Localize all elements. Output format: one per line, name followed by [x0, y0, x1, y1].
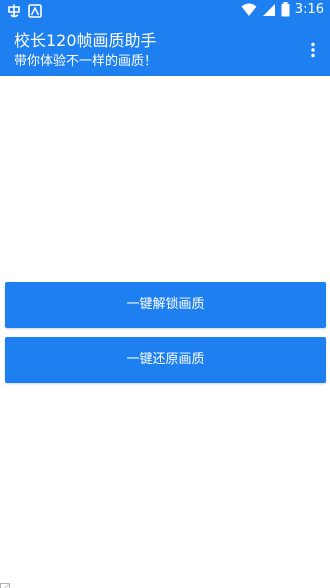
corner-mark-icon [0, 578, 10, 588]
notification-app-icon [6, 3, 22, 19]
status-right-icons: 3:16 [241, 2, 324, 17]
app-bar: 校长120帧画质助手 带你体验不一样的画质！ [0, 22, 330, 76]
overflow-menu-icon[interactable] [308, 42, 318, 58]
app-title: 校长120帧画质助手 [14, 31, 157, 50]
unlock-quality-button[interactable]: 一键解锁画质 [5, 282, 326, 328]
status-bar: 3:16 [0, 0, 330, 22]
status-left-icons [6, 3, 42, 19]
app-screen: 3:16 校长120帧画质助手 带你体验不一样的画质！ 一键解锁画质 一键还原画… [0, 0, 330, 588]
status-time: 3:16 [294, 2, 324, 17]
restore-quality-button[interactable]: 一键还原画质 [5, 337, 326, 383]
wifi-icon [241, 3, 257, 17]
battery-icon [281, 2, 290, 17]
photo-app-icon [28, 4, 42, 18]
app-subtitle: 带你体验不一样的画质！ [14, 54, 158, 69]
cellular-icon [262, 3, 276, 17]
